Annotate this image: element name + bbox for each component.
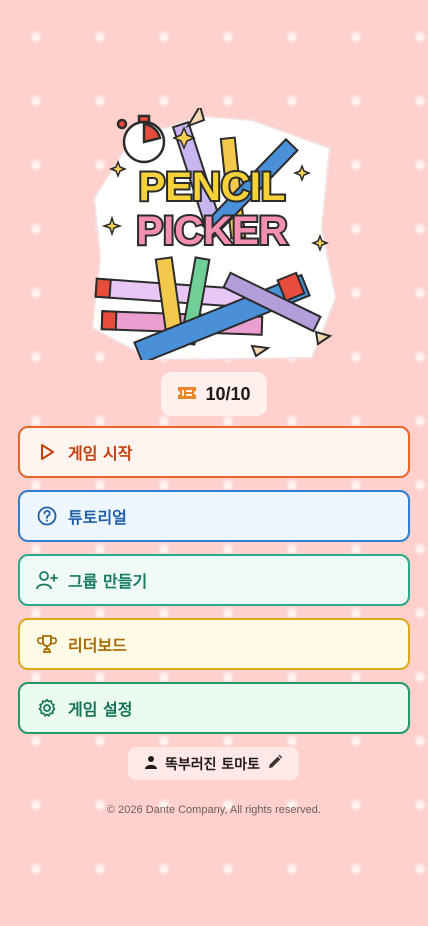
play-icon <box>36 441 58 463</box>
logo-title-line1: PENCIL <box>139 165 286 209</box>
pencil-icon[interactable] <box>267 754 283 774</box>
tutorial-label: 튜토리얼 <box>68 508 127 527</box>
copyright-text: © 2026 Dante Company, All rights reserve… <box>107 804 321 816</box>
gear-icon <box>36 697 58 719</box>
person-icon <box>144 754 158 773</box>
app-logo: PENCIL PICKER <box>92 108 336 360</box>
main-menu: 게임 시작 튜토리얼 그룹 만들기 리더보드 게임 설정 <box>18 426 410 734</box>
trophy-icon <box>36 633 58 655</box>
ticket-count: 10/10 <box>205 383 251 404</box>
create-group-label: 그룹 만들기 <box>68 572 148 591</box>
start-game-button[interactable]: 게임 시작 <box>18 426 410 478</box>
leaderboard-button[interactable]: 리더보드 <box>18 618 410 670</box>
create-group-button[interactable]: 그룹 만들기 <box>18 554 410 606</box>
logo-title-line2: PICKER <box>136 209 287 253</box>
user-nickname: 똑부러진 토마토 <box>164 756 261 773</box>
tutorial-button[interactable]: 튜토리얼 <box>18 490 410 542</box>
game-settings-button[interactable]: 게임 설정 <box>18 682 410 734</box>
question-circle-icon <box>36 505 58 527</box>
ticket-counter: 10/10 <box>161 372 267 416</box>
start-game-label: 게임 시작 <box>68 444 133 463</box>
user-profile-chip[interactable]: 똑부러진 토마토 <box>128 747 299 780</box>
user-plus-icon <box>36 569 58 591</box>
ticket-icon <box>177 385 197 404</box>
leaderboard-label: 리더보드 <box>68 636 127 655</box>
game-settings-label: 게임 설정 <box>68 700 133 719</box>
